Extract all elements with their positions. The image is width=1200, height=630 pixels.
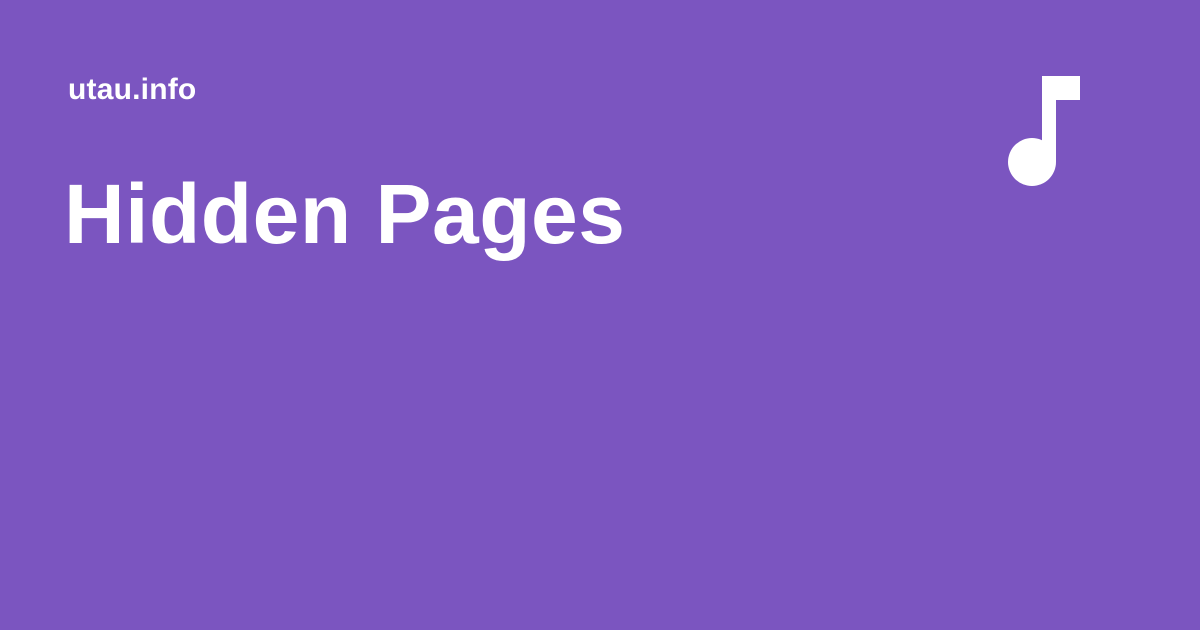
page-title: Hidden Pages [64,167,626,261]
music-note-icon [1008,76,1080,186]
site-name: utau.info [68,73,197,106]
social-preview-card: utau.info Hidden Pages [0,0,1200,630]
